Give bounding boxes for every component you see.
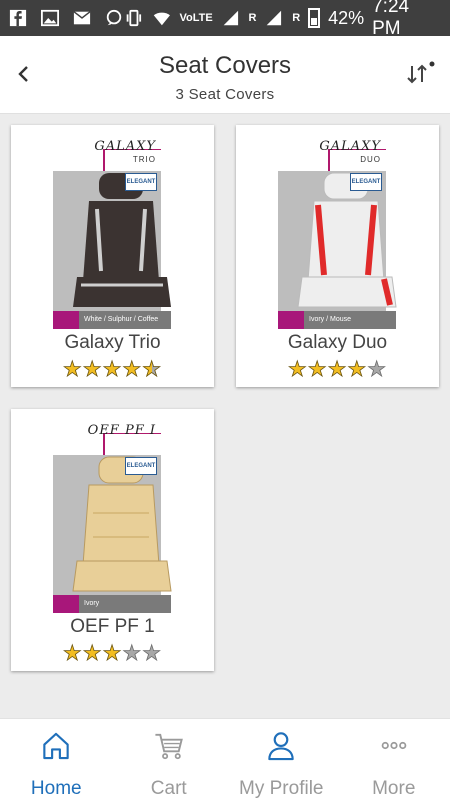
color-tag-label: Ivory: [79, 595, 171, 613]
home-icon: [43, 732, 69, 760]
color-swatch: [53, 595, 79, 613]
star-filled-icon: ★: [327, 358, 348, 382]
nav-profile-label: My Profile: [239, 778, 324, 799]
star-filled-icon: ★: [307, 358, 328, 382]
product-grid: GALAXY TRIO ELEGANT White / Sulphur / Co…: [0, 114, 450, 718]
product-name: OEF PF 1: [70, 616, 155, 637]
star-empty-icon: ★: [367, 358, 388, 382]
cart-icon: [155, 733, 183, 760]
profile-icon: [268, 732, 294, 761]
color-swatch: [278, 311, 304, 329]
brand-label: GALAXY: [319, 139, 381, 154]
star-filled-icon: ★: [287, 358, 308, 382]
roaming-label-1: R: [248, 12, 257, 24]
color-tag: Ivory: [53, 595, 171, 613]
brand-sub-label: DUO: [360, 155, 381, 164]
star-filled-icon: ★: [347, 358, 368, 382]
nav-more[interactable]: More: [338, 719, 450, 800]
battery-icon: [308, 8, 321, 28]
facebook-icon: [9, 9, 27, 27]
seat-image: [297, 172, 397, 308]
color-tag: White / Sulphur / Coffee: [53, 311, 171, 329]
logo: ELEGANT: [125, 173, 157, 191]
wifi-icon: [153, 12, 170, 26]
nav-profile[interactable]: My Profile: [225, 719, 338, 800]
network-label: VoLTE: [179, 12, 213, 24]
brand-label: OEF PF I: [87, 423, 156, 438]
rating-stars: ★★★★★: [11, 357, 214, 382]
star-filled-icon: ★: [122, 358, 143, 382]
star-filled-icon: ★: [102, 642, 123, 666]
page-subtitle: 3 Seat Covers: [175, 86, 275, 103]
app-header: Seat Covers 3 Seat Covers: [0, 36, 450, 114]
chat-icon: [106, 9, 122, 26]
vibrate-icon: [126, 9, 142, 27]
gallery-icon: [41, 9, 59, 27]
more-icon: [381, 741, 407, 750]
nav-cart[interactable]: Cart: [113, 719, 226, 800]
star-filled-icon: ★: [62, 358, 83, 382]
nav-more-label: More: [372, 778, 416, 799]
star-filled-icon: ★: [62, 642, 83, 666]
color-tag-label: White / Sulphur / Coffee: [79, 311, 171, 329]
star-filled-icon: ★: [102, 358, 123, 382]
clock: 7:24 PM: [372, 0, 410, 39]
logo: ELEGANT: [125, 457, 157, 475]
color-swatch: [53, 311, 79, 329]
rating-stars: ★★★★★: [11, 641, 214, 666]
brand-sub-label: TRIO: [132, 155, 156, 164]
bottom-navigation: Home Cart My Profile More: [0, 718, 450, 800]
product-card[interactable]: GALAXY TRIO ELEGANT White / Sulphur / Co…: [11, 125, 214, 387]
color-tag-label: Ivory / Mouse: [304, 311, 396, 329]
page-title: Seat Covers: [158, 52, 292, 79]
star-empty-icon: ★: [142, 642, 163, 666]
nav-cart-label: Cart: [150, 778, 187, 799]
star-half-icon: ★: [142, 358, 163, 382]
logo: ELEGANT: [350, 173, 382, 191]
star-empty-icon: ★: [122, 642, 143, 666]
roaming-label-2: R: [292, 12, 301, 24]
signal-icon-1: [223, 10, 238, 26]
brand-label: GALAXY: [94, 139, 156, 154]
nav-home[interactable]: Home: [0, 719, 113, 800]
product-card[interactable]: OEF PF I ELEGANT Ivory OEF PF 1 ★★★★★: [11, 409, 214, 671]
seat-image: [72, 456, 172, 592]
star-filled-icon: ★: [82, 358, 103, 382]
nav-home-label: Home: [30, 778, 82, 799]
sort-icon: [407, 61, 435, 84]
status-bar: VoLTE R R 42% 7:24 PM: [0, 0, 450, 39]
signal-icon-2: [267, 10, 282, 26]
product-name: Galaxy Trio: [64, 332, 161, 353]
star-filled-icon: ★: [82, 642, 103, 666]
rating-stars: ★★★★★: [236, 357, 439, 382]
mail-icon: [73, 11, 91, 25]
battery-percent: 42%: [328, 7, 365, 28]
seat-image: [73, 173, 171, 307]
product-card[interactable]: GALAXY DUO ELEGANT Ivory / Mouse Galaxy …: [236, 125, 439, 387]
color-tag: Ivory / Mouse: [278, 311, 396, 329]
product-name: Galaxy Duo: [287, 332, 388, 353]
sort-button[interactable]: [404, 60, 436, 88]
